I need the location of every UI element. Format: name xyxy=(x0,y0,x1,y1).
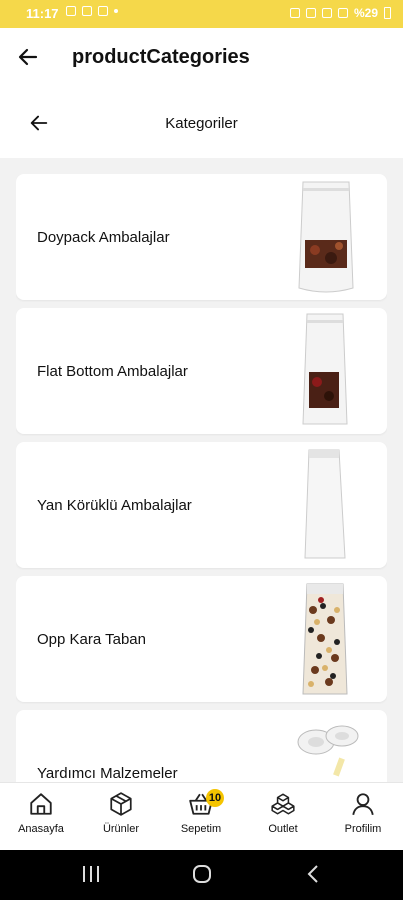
nav-label: Ürünler xyxy=(102,823,140,835)
nut-bag-image xyxy=(302,583,348,695)
nav-outlet[interactable]: Outlet xyxy=(248,791,318,835)
valve-image xyxy=(297,725,359,777)
gallery-icon xyxy=(66,6,76,16)
page-title: productCategories xyxy=(72,46,250,68)
nav-products[interactable]: Ürünler xyxy=(86,791,156,835)
category-card-accessories[interactable]: Yardımcı Malzemeler xyxy=(16,710,387,782)
system-icons: %29 xyxy=(289,6,391,20)
category-label: Yardımcı Malzemeler xyxy=(37,765,178,782)
cart-badge: 10 xyxy=(206,789,224,807)
category-label: Opp Kara Taban xyxy=(37,631,146,648)
app-bar: productCategories xyxy=(0,28,403,86)
category-label: Doypack Ambalajlar xyxy=(37,229,170,246)
system-nav-bar xyxy=(0,850,403,900)
nav-label: Outlet xyxy=(268,823,298,835)
back-button-icon[interactable] xyxy=(306,864,320,884)
nav-label: Sepetim xyxy=(180,823,222,835)
bottom-nav: Anasayfa Ürünler 10 Sepetim Outlet Profi… xyxy=(0,782,403,851)
nav-label: Profilim xyxy=(344,823,382,835)
alarm-icon xyxy=(289,8,300,18)
nav-label: Anasayfa xyxy=(18,823,64,835)
mail-icon xyxy=(82,6,92,16)
status-time: 11:17 xyxy=(26,6,59,21)
sub-header: Kategoriler xyxy=(0,86,403,158)
category-label: Flat Bottom Ambalajlar xyxy=(37,363,188,380)
signal-icon xyxy=(321,8,332,18)
signal2-icon xyxy=(337,8,348,18)
category-label: Yan Körüklü Ambalajlar xyxy=(37,497,192,514)
category-card-opp[interactable]: Opp Kara Taban xyxy=(16,576,387,702)
category-card-doypack[interactable]: Doypack Ambalajlar xyxy=(16,174,387,300)
box-icon xyxy=(110,792,132,816)
home-icon xyxy=(30,793,52,815)
pouch-image xyxy=(298,181,354,293)
category-list[interactable]: Doypack Ambalajlar Flat Bottom Ambalajla… xyxy=(16,174,387,782)
dot-icon xyxy=(114,9,118,13)
notification-icons xyxy=(66,6,118,16)
battery-icon xyxy=(384,7,391,19)
arrow-left-icon[interactable] xyxy=(16,45,40,69)
nav-home[interactable]: Anasayfa xyxy=(6,791,76,835)
wifi-icon xyxy=(305,8,316,18)
app-g-icon xyxy=(98,6,108,16)
category-card-flat-bottom[interactable]: Flat Bottom Ambalajlar xyxy=(16,308,387,434)
battery-percent: %29 xyxy=(353,6,378,20)
sub-header-title: Kategoriler xyxy=(165,115,238,132)
nav-basket[interactable]: 10 Sepetim xyxy=(166,789,236,835)
user-icon xyxy=(352,793,374,816)
status-bar: 11:17 %29 xyxy=(0,0,403,28)
boxes-icon xyxy=(271,793,295,815)
flat-bottom-bag-image xyxy=(302,313,348,425)
category-card-side-gusset[interactable]: Yan Körüklü Ambalajlar xyxy=(16,442,387,568)
home-button-icon[interactable] xyxy=(192,864,212,884)
side-gusset-bag-image xyxy=(304,449,346,559)
nav-profile[interactable]: Profilim xyxy=(328,791,398,835)
recents-icon[interactable] xyxy=(82,864,100,884)
